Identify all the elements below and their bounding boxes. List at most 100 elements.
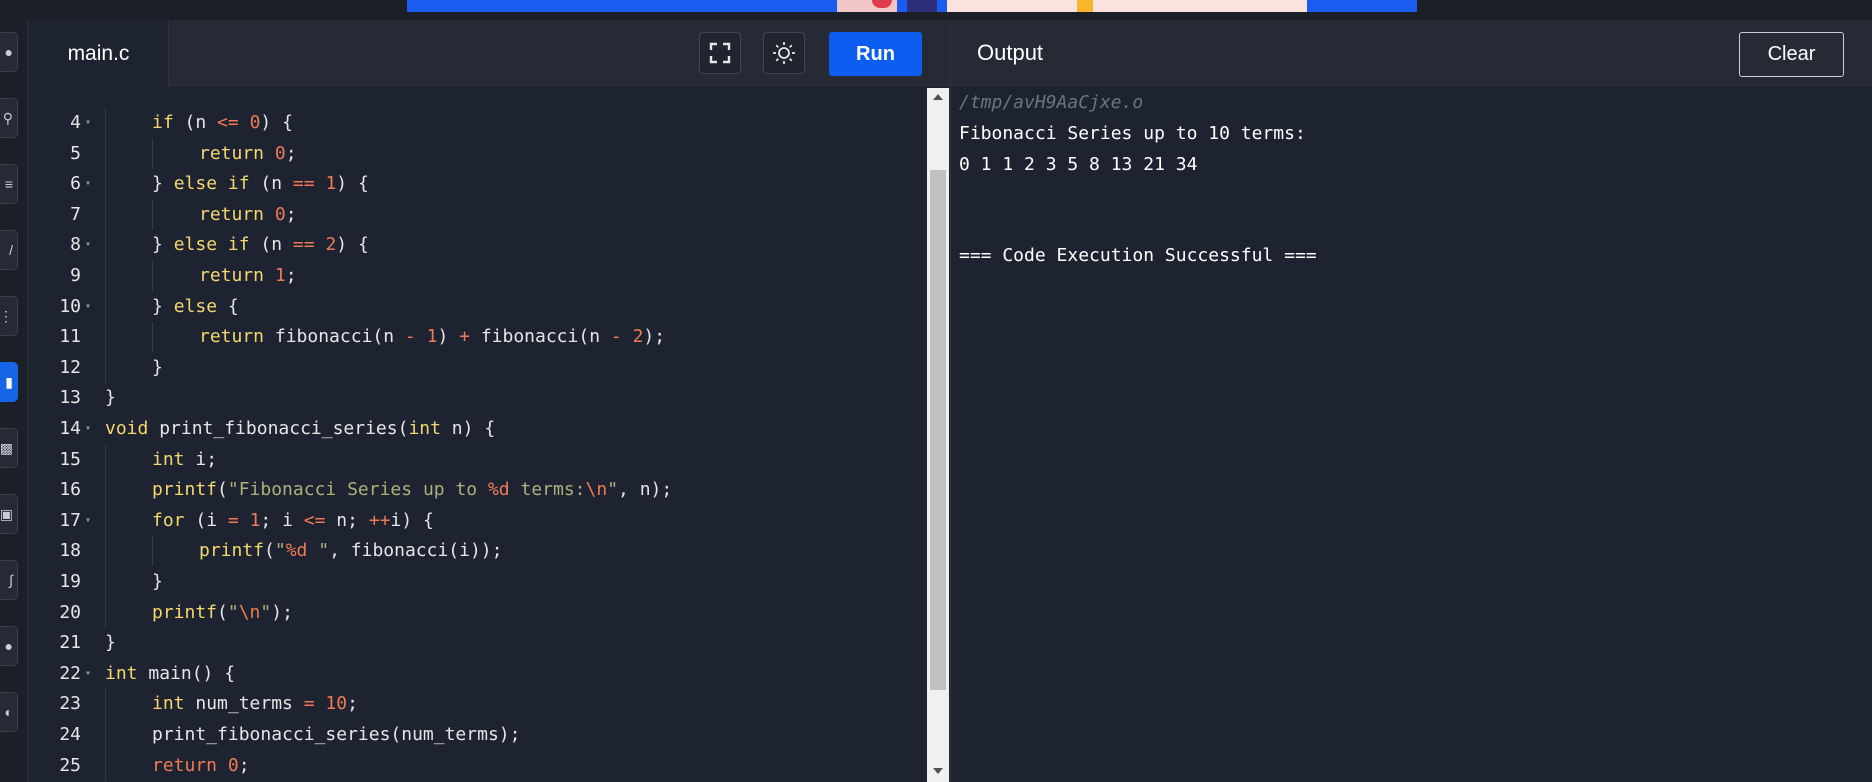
fold-arrow-icon[interactable]: ▾ (85, 108, 91, 138)
indent-guide (105, 444, 106, 475)
indent-guide (105, 505, 106, 536)
code-line[interactable]: 6 ▾} else if (n == 1) { (29, 169, 929, 200)
code-line[interactable]: 21} (29, 628, 929, 658)
code-line[interactable]: 4 ▾ if (n <= 0) { (29, 108, 929, 138)
code-token: for (152, 509, 185, 531)
code-token: n) { (440, 418, 496, 439)
code-text: return 0; (152, 751, 250, 781)
code-line[interactable]: 24 print_fibonacci_series(num_terms); (29, 720, 929, 750)
line-number: 21 (59, 632, 81, 654)
code-line[interactable]: 20 printf("\n"); (29, 597, 929, 628)
code-token: } (152, 295, 174, 317)
editor-scrollbar[interactable] (927, 88, 949, 782)
code-token: ( (217, 601, 228, 623)
rail-button-java[interactable]: ⋮ (0, 296, 18, 336)
rail-button-js[interactable]: ∫ (0, 560, 18, 600)
code-line[interactable]: 17 ▾ for (i = 1; i <= n; ++i) { (29, 505, 929, 536)
code-line[interactable]: 7 return 0; (29, 199, 929, 230)
indent-guide (105, 689, 106, 720)
code-line[interactable]: 12} (29, 352, 929, 383)
indent-guide (152, 138, 153, 169)
code-line[interactable]: 15 int i; (29, 444, 929, 475)
theme-toggle-button[interactable] (763, 32, 805, 74)
code-line[interactable]: 16 printf("Fibonacci Series up to %d term… (29, 475, 929, 506)
indent-guide (105, 475, 106, 506)
code-token: ; (285, 265, 297, 286)
code-token: = (303, 693, 315, 715)
code-token: (i (184, 509, 228, 531)
code-line[interactable]: 23 int num_terms = 10; (29, 689, 929, 720)
code-token: printf (152, 601, 218, 623)
rail-button-cpp[interactable]: ▩ (0, 428, 18, 468)
code-line[interactable]: 11 return fibonacci(n - 1) + fibonacci(n … (29, 322, 929, 353)
code-token: fibonacci(n (469, 326, 611, 348)
code-token: void (105, 418, 149, 439)
output-line: === Code Execution Successful === (959, 245, 1317, 266)
rail-button-go[interactable]: ● (0, 626, 18, 666)
code-token: printf (199, 540, 265, 562)
fold-arrow-icon[interactable]: ▾ (85, 230, 91, 260)
rail-button-sql[interactable]: ≡ (0, 164, 18, 204)
rail-button-c[interactable]: ▮ (0, 362, 18, 402)
code-text: return fibonacci(n - 1) + fibonacci(n - … (199, 322, 665, 352)
fold-arrow-icon[interactable]: ▾ (85, 169, 91, 199)
rail-button-r[interactable]: ⚲ (0, 98, 18, 138)
code-token: , n); (618, 479, 673, 501)
file-tab-main-c[interactable]: main.c (29, 20, 169, 87)
ad-banner[interactable] (407, 0, 1417, 12)
scrollbar-thumb[interactable] (930, 170, 946, 690)
code-token: return (199, 326, 265, 348)
code-text: } (105, 628, 116, 658)
rail-button-php[interactable]: ◐ (0, 692, 18, 732)
rail-button-csharp[interactable]: ▣ (0, 494, 18, 534)
code-token: (n (173, 112, 218, 133)
scroll-up-icon[interactable] (933, 94, 943, 100)
banner-shape (947, 0, 1307, 12)
fullscreen-icon (709, 42, 731, 64)
code-line[interactable]: 5 return 0; (29, 138, 929, 169)
indent-guide (105, 230, 106, 261)
rail-button-python[interactable]: ● (0, 32, 18, 72)
code-line[interactable]: 14 ▾ void print_fibonacci_series(int n) { (29, 414, 929, 444)
code-text: print_fibonacci_series(num_terms); (152, 720, 520, 750)
code-line[interactable]: 22 ▾ int main() { (29, 659, 929, 689)
fold-arrow-icon[interactable]: ▾ (85, 659, 91, 689)
rail-button-html[interactable]: / (0, 230, 18, 270)
sun-icon (773, 42, 795, 64)
code-token: num_terms (184, 693, 304, 715)
code-editor-panel: main.c Run 4 ▾ if (n <= 0) {5 return 0; 6 ▾} … (29, 20, 950, 782)
code-text: } else if (n == 1) { (152, 169, 369, 199)
code-line[interactable]: 8 ▾} else if (n == 2) { (29, 230, 929, 261)
code-token: else if (173, 173, 250, 195)
indent-guide (105, 322, 106, 353)
code-line[interactable]: 19} (29, 567, 929, 597)
line-number: 18 (59, 540, 81, 562)
clear-button[interactable]: Clear (1739, 32, 1844, 77)
code-token: ); (271, 601, 293, 623)
code-token: 0 (249, 112, 261, 133)
code-line[interactable]: 9 return 1; (29, 261, 929, 291)
fold-arrow-icon[interactable]: ▾ (85, 414, 91, 444)
line-number: 14 (59, 418, 81, 439)
code-token: ; (347, 693, 358, 715)
code-text: } (152, 353, 163, 383)
code-token: ; i (260, 509, 304, 531)
fullscreen-button[interactable] (699, 32, 741, 74)
fold-arrow-icon[interactable]: ▾ (85, 506, 91, 536)
fold-arrow-icon[interactable]: ▾ (85, 292, 91, 322)
code-line[interactable]: 18 printf("%d ", fibonacci(i)); (29, 536, 929, 567)
code-token: ; (238, 754, 250, 776)
run-button[interactable]: Run (829, 32, 922, 76)
code-line[interactable]: 13} (29, 383, 929, 413)
code-token: == (292, 234, 315, 256)
code-line[interactable]: 25 return 0; (29, 750, 929, 781)
code-token: } (105, 387, 116, 409)
code-line[interactable]: 10 ▾} else { (29, 291, 929, 322)
code-token: <= (303, 509, 326, 531)
scroll-down-icon[interactable] (933, 768, 943, 774)
